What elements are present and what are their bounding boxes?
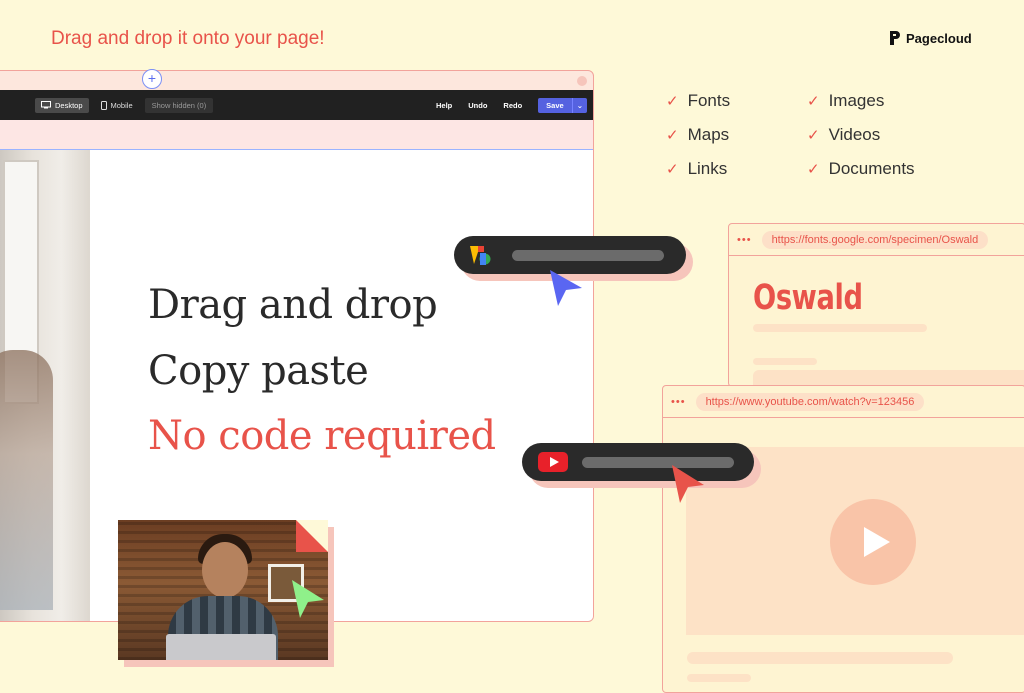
browser-header: ••• https://fonts.google.com/specimen/Os… [729, 224, 1024, 256]
feature-label: Maps [687, 125, 730, 144]
cursor-icon [672, 465, 704, 503]
text-placeholder [687, 652, 953, 664]
help-button[interactable]: Help [436, 101, 452, 110]
mobile-icon [100, 100, 107, 110]
feature-fonts: ✓ Fonts [666, 91, 730, 111]
corner-fold [296, 520, 328, 552]
fonts-url-bar[interactable]: https://fonts.google.com/specimen/Oswald [761, 230, 989, 249]
youtube-url-bar[interactable]: https://www.youtube.com/watch?v=123456 [695, 392, 925, 411]
desktop-label: Desktop [55, 100, 83, 110]
mobile-view-button[interactable]: Mobile [95, 98, 139, 113]
check-icon: ✓ [666, 161, 679, 178]
save-label: Save [546, 100, 564, 110]
pagecloud-logo-icon [890, 31, 900, 45]
save-button[interactable]: Save ⌄ [538, 97, 587, 113]
desktop-view-button[interactable]: Desktop [35, 97, 89, 113]
feature-maps: ✓ Maps [666, 125, 729, 145]
window-dot [577, 76, 587, 86]
feature-label: Links [687, 159, 728, 178]
person-head [202, 542, 248, 598]
chevron-down-icon[interactable]: ⌄ [571, 97, 587, 113]
check-icon: ✓ [807, 161, 820, 178]
section-band [0, 120, 593, 150]
placeholder-bar [582, 456, 734, 468]
font-specimen-title: Oswald [753, 278, 863, 318]
placeholder-bar [512, 249, 664, 261]
play-icon[interactable] [830, 499, 916, 585]
check-icon: ✓ [807, 93, 820, 110]
redo-button[interactable]: Redo [503, 101, 522, 110]
youtube-icon [538, 452, 568, 472]
feature-label: Fonts [687, 91, 731, 110]
text-placeholder [753, 324, 927, 332]
feature-videos: ✓ Videos [807, 125, 880, 145]
hero-line-1: Drag and drop [148, 282, 438, 328]
feature-documents: ✓ Documents [807, 159, 915, 179]
feature-label: Videos [828, 125, 881, 144]
cursor-icon [550, 270, 582, 306]
check-icon: ✓ [666, 93, 679, 110]
show-hidden-button[interactable]: Show hidden (0) [144, 97, 214, 113]
plus-icon: + [147, 70, 157, 86]
headline: Drag and drop it onto your page! [51, 28, 325, 49]
hero-line-2: Copy paste [148, 348, 369, 394]
undo-button[interactable]: Undo [468, 101, 487, 110]
cursor-icon [292, 580, 324, 618]
hero-line-3: No code required [148, 413, 496, 459]
window-dots: ••• [737, 233, 752, 246]
feature-links: ✓ Links [666, 159, 727, 179]
check-icon: ✓ [807, 127, 820, 144]
feature-images: ✓ Images [807, 91, 884, 111]
editor-toolbar: Desktop Mobile Show hidden (0) Help Undo… [0, 90, 593, 120]
text-placeholder [687, 674, 751, 682]
text-placeholder [753, 358, 817, 365]
person-photo-detail [0, 350, 53, 610]
google-fonts-icon [470, 246, 491, 265]
check-icon: ✓ [666, 127, 679, 144]
feature-label: Images [828, 91, 885, 110]
add-section-button[interactable]: + [142, 69, 162, 89]
brand-logo[interactable]: Pagecloud [889, 30, 972, 46]
desktop-icon [41, 101, 51, 109]
window-dots: ••• [671, 395, 686, 408]
youtube-drag-pill[interactable] [522, 443, 754, 481]
laptop [166, 634, 276, 660]
browser-header: ••• https://www.youtube.com/watch?v=1234… [663, 386, 1024, 418]
brand-name: Pagecloud [906, 30, 972, 46]
mobile-label: Mobile [110, 100, 133, 110]
feature-label: Documents [828, 159, 915, 178]
office-photo [0, 150, 90, 621]
